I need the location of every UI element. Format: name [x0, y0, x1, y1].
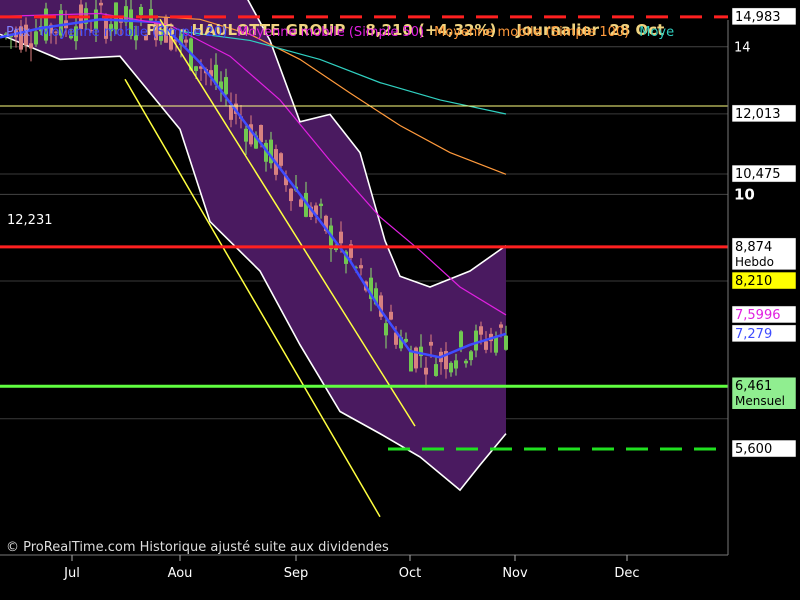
candle-body — [499, 324, 503, 328]
candle-body — [339, 231, 343, 244]
candle-body — [289, 188, 293, 202]
candle-body — [299, 199, 303, 207]
price-tag-value: 8,874 — [735, 240, 772, 255]
candle-body — [484, 341, 488, 350]
left-level-label: 12,231 — [7, 213, 53, 228]
price-tag-value: 10,475 — [735, 167, 781, 182]
price-chart: 161410JulAouSepOctNovDec16,500Mensuel14,… — [0, 0, 800, 600]
candle-body — [459, 331, 463, 348]
legend-item-sma20: Moyenne mobile (Simple 20) — [40, 25, 228, 40]
candle-body — [244, 128, 248, 142]
legend: Prix Moyenne mobile (Simple 20) Moyenne mo… — [6, 25, 684, 40]
candle-body — [384, 323, 388, 336]
candle-body — [424, 367, 428, 375]
candle-body — [409, 351, 413, 372]
x-tick-label: Dec — [614, 566, 639, 581]
price-tag-period: Mensuel — [735, 394, 785, 408]
candle-body — [479, 326, 483, 335]
price-tag-value: 8,210 — [735, 274, 772, 289]
candle-body — [29, 43, 33, 49]
candle-body — [454, 360, 458, 369]
y-tick-label: 14 — [734, 41, 751, 56]
x-tick-label: Sep — [284, 566, 309, 581]
price-tag-value: 7,5996 — [735, 308, 781, 323]
candle-body — [449, 362, 453, 373]
copyright-note: © ProRealTime.com Historique ajusté suit… — [6, 540, 389, 555]
price-tag-value: 7,279 — [735, 327, 772, 342]
candle-body — [194, 66, 198, 72]
candle-body — [389, 311, 393, 320]
legend-item-sma50: Moyenne mobile (Simple 50) — [237, 25, 425, 40]
candle-body — [279, 153, 283, 166]
candle-body — [184, 39, 188, 43]
x-tick-label: Aou — [168, 566, 193, 581]
y-tick-label: 10 — [734, 185, 755, 203]
x-tick-label: Jul — [63, 566, 80, 581]
price-tag-value: 6,461 — [735, 379, 772, 394]
x-tick-label: Oct — [399, 566, 421, 581]
candle-body — [319, 203, 323, 207]
legend-item-sma-more: Moye — [639, 25, 675, 40]
price-tag-value: 12,013 — [735, 107, 781, 122]
candle-body — [434, 364, 438, 376]
candle-body — [429, 341, 433, 346]
x-tick-label: Nov — [502, 566, 528, 581]
candle-body — [474, 330, 478, 351]
candle-body — [359, 265, 363, 269]
candle-body — [494, 336, 498, 353]
legend-item-sma100: Moyenne mobile (Simple 100) — [434, 25, 630, 40]
price-tag-period: Hebdo — [735, 255, 774, 269]
candle-body — [224, 77, 228, 95]
candle-body — [464, 360, 468, 364]
candle-body — [259, 125, 263, 143]
price-tag-value: 5,600 — [735, 442, 772, 457]
candle-body — [414, 347, 418, 369]
candle-body — [504, 335, 508, 350]
legend-item-price: Prix — [6, 25, 31, 40]
candle-body — [469, 351, 473, 361]
